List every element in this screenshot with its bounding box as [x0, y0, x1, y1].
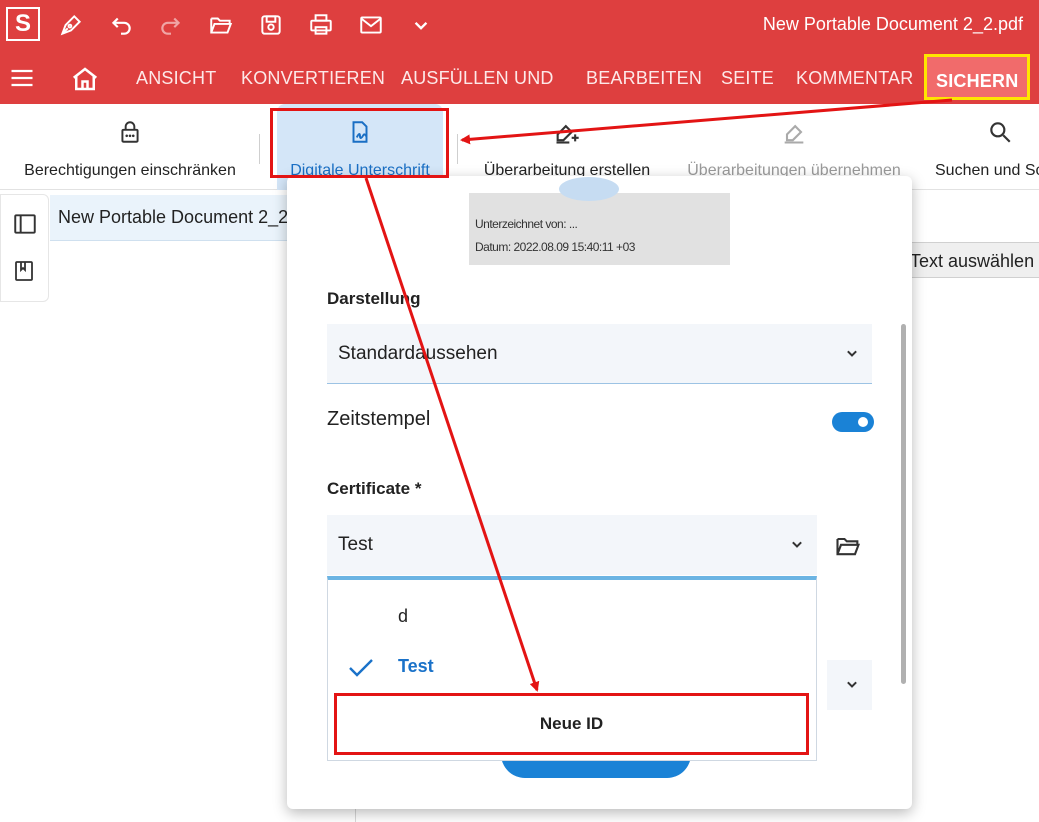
- signature-date-text: Datum: 2022.08.09 15:40:11 +03: [475, 240, 635, 254]
- certificate-select[interactable]: Test: [327, 515, 817, 575]
- ribbon-tabs: ANSICHT KONVERTIEREN AUSFÜLLEN UND BEARB…: [0, 52, 1039, 104]
- bookmark-icon[interactable]: [12, 259, 38, 285]
- lock-icon: [116, 118, 144, 146]
- tab-ansicht[interactable]: ANSICHT: [136, 68, 216, 89]
- checkmark-icon: [349, 659, 373, 677]
- document-title: New Portable Document 2_2.pdf: [762, 14, 1023, 34]
- document-tab[interactable]: New Portable Document 2_2*: [50, 195, 290, 241]
- panel-toggle-icon[interactable]: [12, 211, 38, 237]
- tab-seite[interactable]: SEITE: [721, 68, 774, 89]
- search-icon: [986, 118, 1014, 146]
- toolbar-divider: [259, 134, 260, 164]
- certificate-option-test[interactable]: Test: [398, 656, 434, 677]
- signature-image: [559, 177, 619, 201]
- tab-ausfuellen[interactable]: AUSFÜLLEN UND: [401, 68, 554, 89]
- tab-sichern[interactable]: SICHERN: [924, 54, 1031, 100]
- toolbar-divider: [457, 134, 458, 164]
- eraser-icon: [780, 118, 808, 146]
- pen-icon[interactable]: [56, 10, 86, 40]
- new-id-option[interactable]: Neue ID: [334, 693, 809, 755]
- appearance-select[interactable]: Standardaussehen: [327, 324, 872, 384]
- signed-by-text: Unterzeichnet von: ...: [475, 217, 578, 231]
- certificate-value: Test: [338, 534, 373, 555]
- restrict-permissions-button[interactable]: Berechtigungen einschränken: [20, 104, 240, 190]
- chevron-down-icon[interactable]: [406, 10, 436, 40]
- search-button[interactable]: Suchen und Sc: [930, 104, 1039, 190]
- open-certificate-icon[interactable]: [834, 532, 862, 560]
- appearance-label: Darstellung: [327, 289, 421, 308]
- signature-icon: [346, 118, 374, 146]
- title-bar: S New Portable Document 2_2.pdf: [0, 0, 1039, 52]
- mail-icon[interactable]: [356, 10, 386, 40]
- tool-label: Berechtigungen einschränken: [24, 162, 236, 179]
- toggle-knob: [858, 417, 868, 427]
- chevron-down-icon: [792, 541, 802, 548]
- timestamp-toggle[interactable]: [832, 412, 874, 432]
- chevron-down-icon: [847, 350, 857, 357]
- tab-konvertieren[interactable]: KONVERTIEREN: [241, 68, 385, 89]
- select-text-button[interactable]: Text auswählen: [906, 242, 1039, 278]
- eraser-plus-icon: [553, 118, 581, 146]
- undo-icon[interactable]: [106, 10, 136, 40]
- print-icon[interactable]: [306, 10, 336, 40]
- dialog-scrollbar[interactable]: [901, 324, 906, 684]
- signature-preview: Unterzeichnet von: ... Datum: 2022.08.09…: [469, 177, 730, 265]
- tab-kommentar[interactable]: KOMMENTAR: [796, 68, 913, 89]
- home-icon[interactable]: [70, 64, 100, 94]
- app-logo[interactable]: S: [6, 7, 40, 41]
- certificate-option-d[interactable]: d: [398, 606, 408, 627]
- hamburger-menu-icon[interactable]: [8, 64, 36, 92]
- timestamp-label: Zeitstempel: [327, 408, 431, 430]
- side-panel: [0, 194, 49, 302]
- partially-hidden-select[interactable]: [827, 660, 872, 710]
- certificate-label: Certificate *: [327, 479, 422, 498]
- chevron-down-icon: [847, 681, 857, 688]
- redo-icon[interactable]: [156, 10, 186, 40]
- tool-label: Suchen und Sc: [935, 162, 1039, 179]
- save-icon[interactable]: [256, 10, 286, 40]
- appearance-value: Standardaussehen: [338, 343, 498, 364]
- open-folder-icon[interactable]: [206, 10, 236, 40]
- tab-bearbeiten[interactable]: BEARBEITEN: [586, 68, 702, 89]
